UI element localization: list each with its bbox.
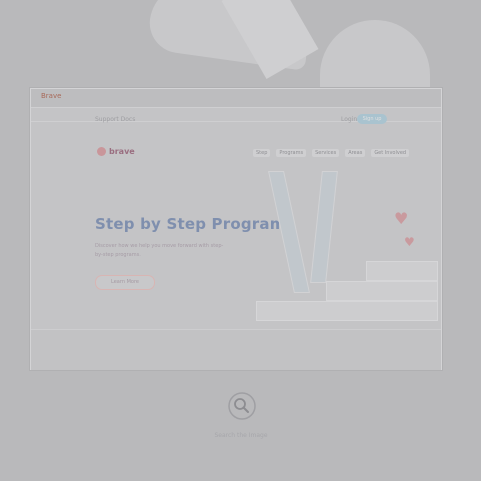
illustration-leg <box>310 171 338 283</box>
nav-item-services[interactable]: Services <box>312 149 340 157</box>
heart-icon: ♥ <box>394 209 409 228</box>
logo-text: brave <box>109 147 135 156</box>
utility-links[interactable]: Support Docs <box>95 116 135 123</box>
tab-title[interactable]: Brave <box>41 92 61 100</box>
screenshot-stage: Brave Support Docs Login Sign up brave S… <box>0 0 481 481</box>
nav-item-areas[interactable]: Areas <box>345 149 366 157</box>
brave-logo-icon <box>97 147 106 156</box>
hero-illustration: ♥ ♥ <box>226 171 438 351</box>
learn-more-button[interactable]: Learn More <box>95 275 155 290</box>
tab-bar: Brave <box>31 89 441 108</box>
site-logo[interactable]: brave <box>97 147 135 156</box>
browser-window: Brave Support Docs Login Sign up brave S… <box>30 88 442 370</box>
nav-item-get-involved[interactable]: Get Involved <box>371 149 410 157</box>
nav-item-programs[interactable]: Programs <box>276 149 307 157</box>
illustration-stair <box>326 281 438 301</box>
magnifier-icon[interactable] <box>228 392 256 420</box>
browser-footer <box>31 329 441 370</box>
heart-icon: ♥ <box>404 235 415 249</box>
signup-button[interactable]: Sign up <box>357 114 387 124</box>
zoom-label: Search the Image <box>214 432 268 439</box>
illustration-stair <box>256 301 438 321</box>
illustration-stair <box>366 261 438 281</box>
nav-item-step[interactable]: Step <box>253 149 271 157</box>
main-nav: Step Programs Services Areas Get Involve… <box>253 149 410 157</box>
login-link[interactable]: Login <box>341 116 357 123</box>
illustration-leg <box>268 171 310 293</box>
hero-subtitle: Discover how we help you move forward wi… <box>95 243 224 258</box>
